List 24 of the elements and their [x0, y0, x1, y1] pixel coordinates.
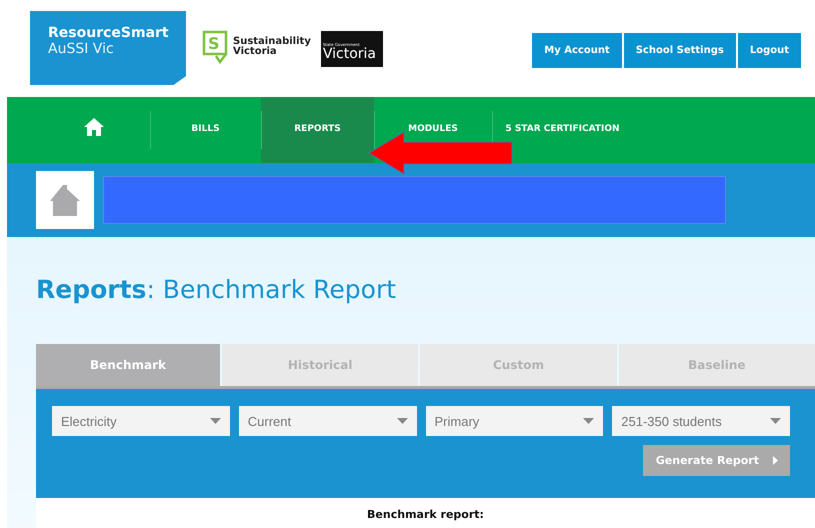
- caret-icon: [773, 456, 778, 465]
- nav-tab[interactable]: MODULES: [408, 123, 458, 137]
- dropdown[interactable]: Electricity: [52, 406, 230, 436]
- caret-icon: [583, 418, 594, 424]
- caret-icon: [770, 418, 781, 424]
- report-heading: Benchmark report:: [367, 508, 484, 521]
- house-icon: [48, 183, 82, 217]
- page-title: Reports: Benchmark Report: [36, 275, 398, 304]
- nav-tab[interactable]: 5 STAR CERTIFICATION: [505, 123, 620, 137]
- dropdown[interactable]: 251-350 students: [612, 406, 790, 436]
- generate-report-button[interactable]: Generate Report: [642, 445, 790, 476]
- nav-tab[interactable]: BILLS: [191, 123, 220, 137]
- caret-icon: [210, 418, 221, 424]
- home-icon: [84, 118, 104, 136]
- caret-icon: [396, 418, 408, 424]
- account-button[interactable]: Logout: [738, 33, 801, 68]
- dropdown[interactable]: Current: [238, 406, 416, 436]
- nav-tab[interactable]: REPORTS: [261, 97, 374, 163]
- account-button[interactable]: School Settings: [624, 33, 736, 68]
- account-button[interactable]: My Account: [532, 33, 622, 68]
- report-tab[interactable]: Benchmark: [36, 344, 220, 386]
- site-logo[interactable]: ResourceSmart AuSSI Vic: [30, 11, 186, 85]
- dropdown[interactable]: Primary: [426, 406, 604, 436]
- partner-logo-text: Sustainability Victoria: [233, 36, 311, 58]
